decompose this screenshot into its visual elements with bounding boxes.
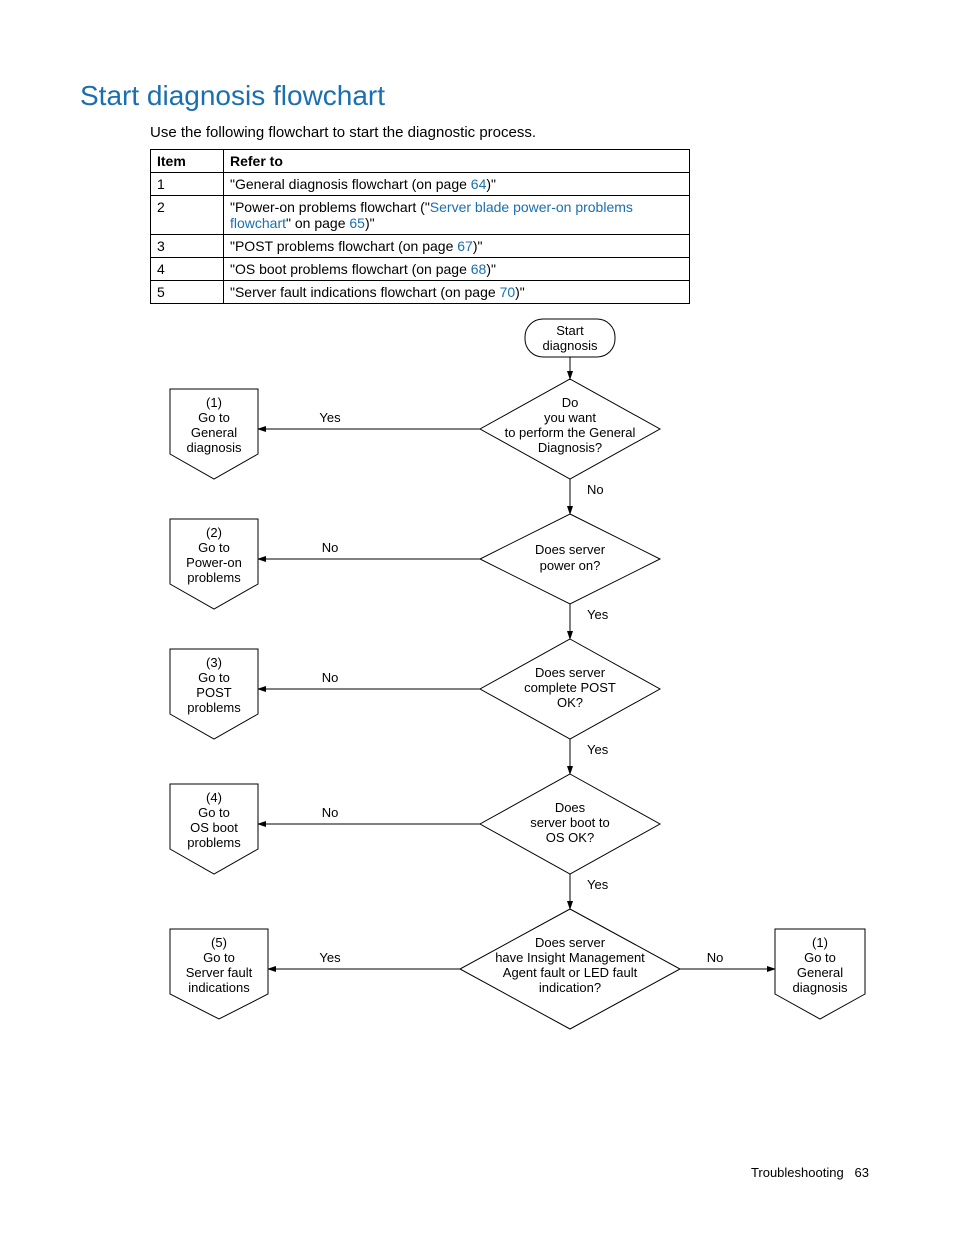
svg-text:diagnosis: diagnosis xyxy=(793,980,848,995)
cell-item: 3 xyxy=(151,235,224,258)
intro-text: Use the following flowchart to start the… xyxy=(150,124,874,141)
footer-page: 63 xyxy=(855,1165,869,1180)
page-link[interactable]: 67 xyxy=(457,238,473,254)
svg-text:Server fault: Server fault xyxy=(186,965,253,980)
table-row: 3 "POST problems flowchart (on page 67)" xyxy=(151,235,690,258)
svg-text:problems: problems xyxy=(187,835,241,850)
svg-text:Does server: Does server xyxy=(535,935,606,950)
page-link[interactable]: 65 xyxy=(349,215,365,231)
svg-text:complete POST: complete POST xyxy=(524,680,616,695)
svg-text:Go to: Go to xyxy=(198,410,230,425)
svg-text:indication?: indication? xyxy=(539,980,601,995)
footer-section: Troubleshooting xyxy=(751,1165,844,1180)
svg-text:to perform the General: to perform the General xyxy=(505,425,636,440)
label-no: No xyxy=(322,540,339,555)
svg-text:server boot to: server boot to xyxy=(530,815,610,830)
svg-text:Does: Does xyxy=(555,800,586,815)
offpage-post: (3) Go to POST problems xyxy=(170,649,258,739)
label-no: No xyxy=(707,950,724,965)
label-yes: Yes xyxy=(319,950,341,965)
svg-text:Do: Do xyxy=(562,395,579,410)
offpage-power-on: (2) Go to Power-on problems xyxy=(170,519,258,609)
cell-refer: "OS boot problems flowchart (on page 68)… xyxy=(224,258,690,281)
page-title: Start diagnosis flowchart xyxy=(80,80,874,112)
table-row: 1 "General diagnosis flowchart (on page … xyxy=(151,173,690,196)
page-link[interactable]: 64 xyxy=(471,176,487,192)
svg-text:(5): (5) xyxy=(211,935,227,950)
svg-text:problems: problems xyxy=(187,570,241,585)
offpage-osboot: (4) Go to OS boot problems xyxy=(170,784,258,874)
svg-text:problems: problems xyxy=(187,700,241,715)
label-yes: Yes xyxy=(587,877,609,892)
header-refer: Refer to xyxy=(224,150,690,173)
svg-text:indications: indications xyxy=(188,980,250,995)
svg-text:Does server: Does server xyxy=(535,665,606,680)
svg-text:OS OK?: OS OK? xyxy=(546,830,594,845)
svg-text:OS boot: OS boot xyxy=(190,820,238,835)
svg-text:Start: Start xyxy=(556,323,584,338)
offpage-general-right: (1) Go to General diagnosis xyxy=(775,929,865,1019)
cell-item: 4 xyxy=(151,258,224,281)
label-yes: Yes xyxy=(587,607,609,622)
cell-refer: "General diagnosis flowchart (on page 64… xyxy=(224,173,690,196)
offpage-server-fault: (5) Go to Server fault indications xyxy=(170,929,268,1019)
svg-text:General: General xyxy=(191,425,237,440)
table-row: 4 "OS boot problems flowchart (on page 6… xyxy=(151,258,690,281)
svg-text:General: General xyxy=(797,965,843,980)
svg-text:you want: you want xyxy=(544,410,596,425)
svg-text:Power-on: Power-on xyxy=(186,555,242,570)
cell-refer: "Server fault indications flowchart (on … xyxy=(224,281,690,304)
svg-text:have Insight Management: have Insight Management xyxy=(495,950,645,965)
svg-text:Agent fault or LED fault: Agent fault or LED fault xyxy=(503,965,638,980)
page-link[interactable]: 70 xyxy=(500,284,516,300)
cell-item: 5 xyxy=(151,281,224,304)
svg-text:(1): (1) xyxy=(812,935,828,950)
svg-text:Go to: Go to xyxy=(198,805,230,820)
decision-general: Do you want to perform the General Diagn… xyxy=(480,379,660,479)
decision-fault: Does server have Insight Management Agen… xyxy=(460,909,680,1029)
svg-text:Go to: Go to xyxy=(804,950,836,965)
svg-text:(4): (4) xyxy=(206,790,222,805)
offpage-general-diagnosis: (1) Go to General diagnosis xyxy=(170,389,258,479)
decision-osboot: Does server boot to OS OK? xyxy=(480,774,660,874)
svg-text:Does server: Does server xyxy=(535,542,606,557)
header-item: Item xyxy=(151,150,224,173)
svg-text:Diagnosis?: Diagnosis? xyxy=(538,440,602,455)
svg-text:Go to: Go to xyxy=(203,950,235,965)
svg-text:diagnosis: diagnosis xyxy=(187,440,242,455)
svg-text:(3): (3) xyxy=(206,655,222,670)
svg-text:(2): (2) xyxy=(206,525,222,540)
cell-item: 2 xyxy=(151,196,224,235)
cell-item: 1 xyxy=(151,173,224,196)
svg-text:OK?: OK? xyxy=(557,695,583,710)
svg-text:(1): (1) xyxy=(206,395,222,410)
table-header-row: Item Refer to xyxy=(151,150,690,173)
svg-text:Go to: Go to xyxy=(198,540,230,555)
label-no: No xyxy=(322,670,339,685)
svg-text:Go to: Go to xyxy=(198,670,230,685)
decision-power: Does server power on? xyxy=(480,514,660,604)
reference-table: Item Refer to 1 "General diagnosis flowc… xyxy=(150,149,690,304)
flowchart: Start diagnosis Do you want to perform t… xyxy=(150,314,874,1099)
start-node: Start diagnosis xyxy=(525,319,615,357)
svg-text:POST: POST xyxy=(196,685,231,700)
table-row: 2 "Power-on problems flowchart ("Server … xyxy=(151,196,690,235)
label-yes: Yes xyxy=(319,410,341,425)
cell-refer: "Power-on problems flowchart ("Server bl… xyxy=(224,196,690,235)
cell-refer: "POST problems flowchart (on page 67)" xyxy=(224,235,690,258)
page-footer: Troubleshooting 63 xyxy=(751,1165,869,1180)
svg-text:power on?: power on? xyxy=(540,558,601,573)
page-link[interactable]: 68 xyxy=(471,261,487,277)
table-row: 5 "Server fault indications flowchart (o… xyxy=(151,281,690,304)
label-no: No xyxy=(322,805,339,820)
label-yes: Yes xyxy=(587,742,609,757)
svg-text:diagnosis: diagnosis xyxy=(543,338,598,353)
decision-post: Does server complete POST OK? xyxy=(480,639,660,739)
label-no: No xyxy=(587,482,604,497)
